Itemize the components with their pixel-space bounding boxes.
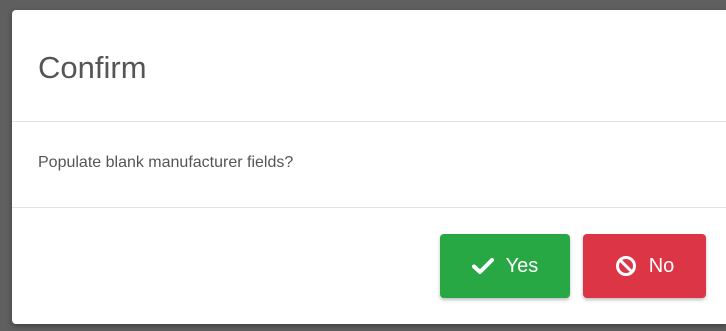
check-icon — [471, 257, 494, 275]
dialog-footer: Yes No — [12, 208, 726, 323]
ban-icon — [615, 255, 637, 277]
no-button-label: No — [648, 254, 675, 277]
yes-button[interactable]: Yes — [440, 234, 570, 298]
dialog-body: Populate blank manufacturer fields? — [12, 122, 726, 208]
yes-button-label: Yes — [505, 254, 539, 277]
dialog-title: Confirm — [38, 49, 147, 85]
dialog-message: Populate blank manufacturer fields? — [38, 153, 294, 171]
dialog-header: Confirm — [12, 10, 726, 122]
no-button[interactable]: No — [583, 234, 706, 298]
confirm-dialog: Confirm Populate blank manufacturer fiel… — [12, 10, 726, 324]
